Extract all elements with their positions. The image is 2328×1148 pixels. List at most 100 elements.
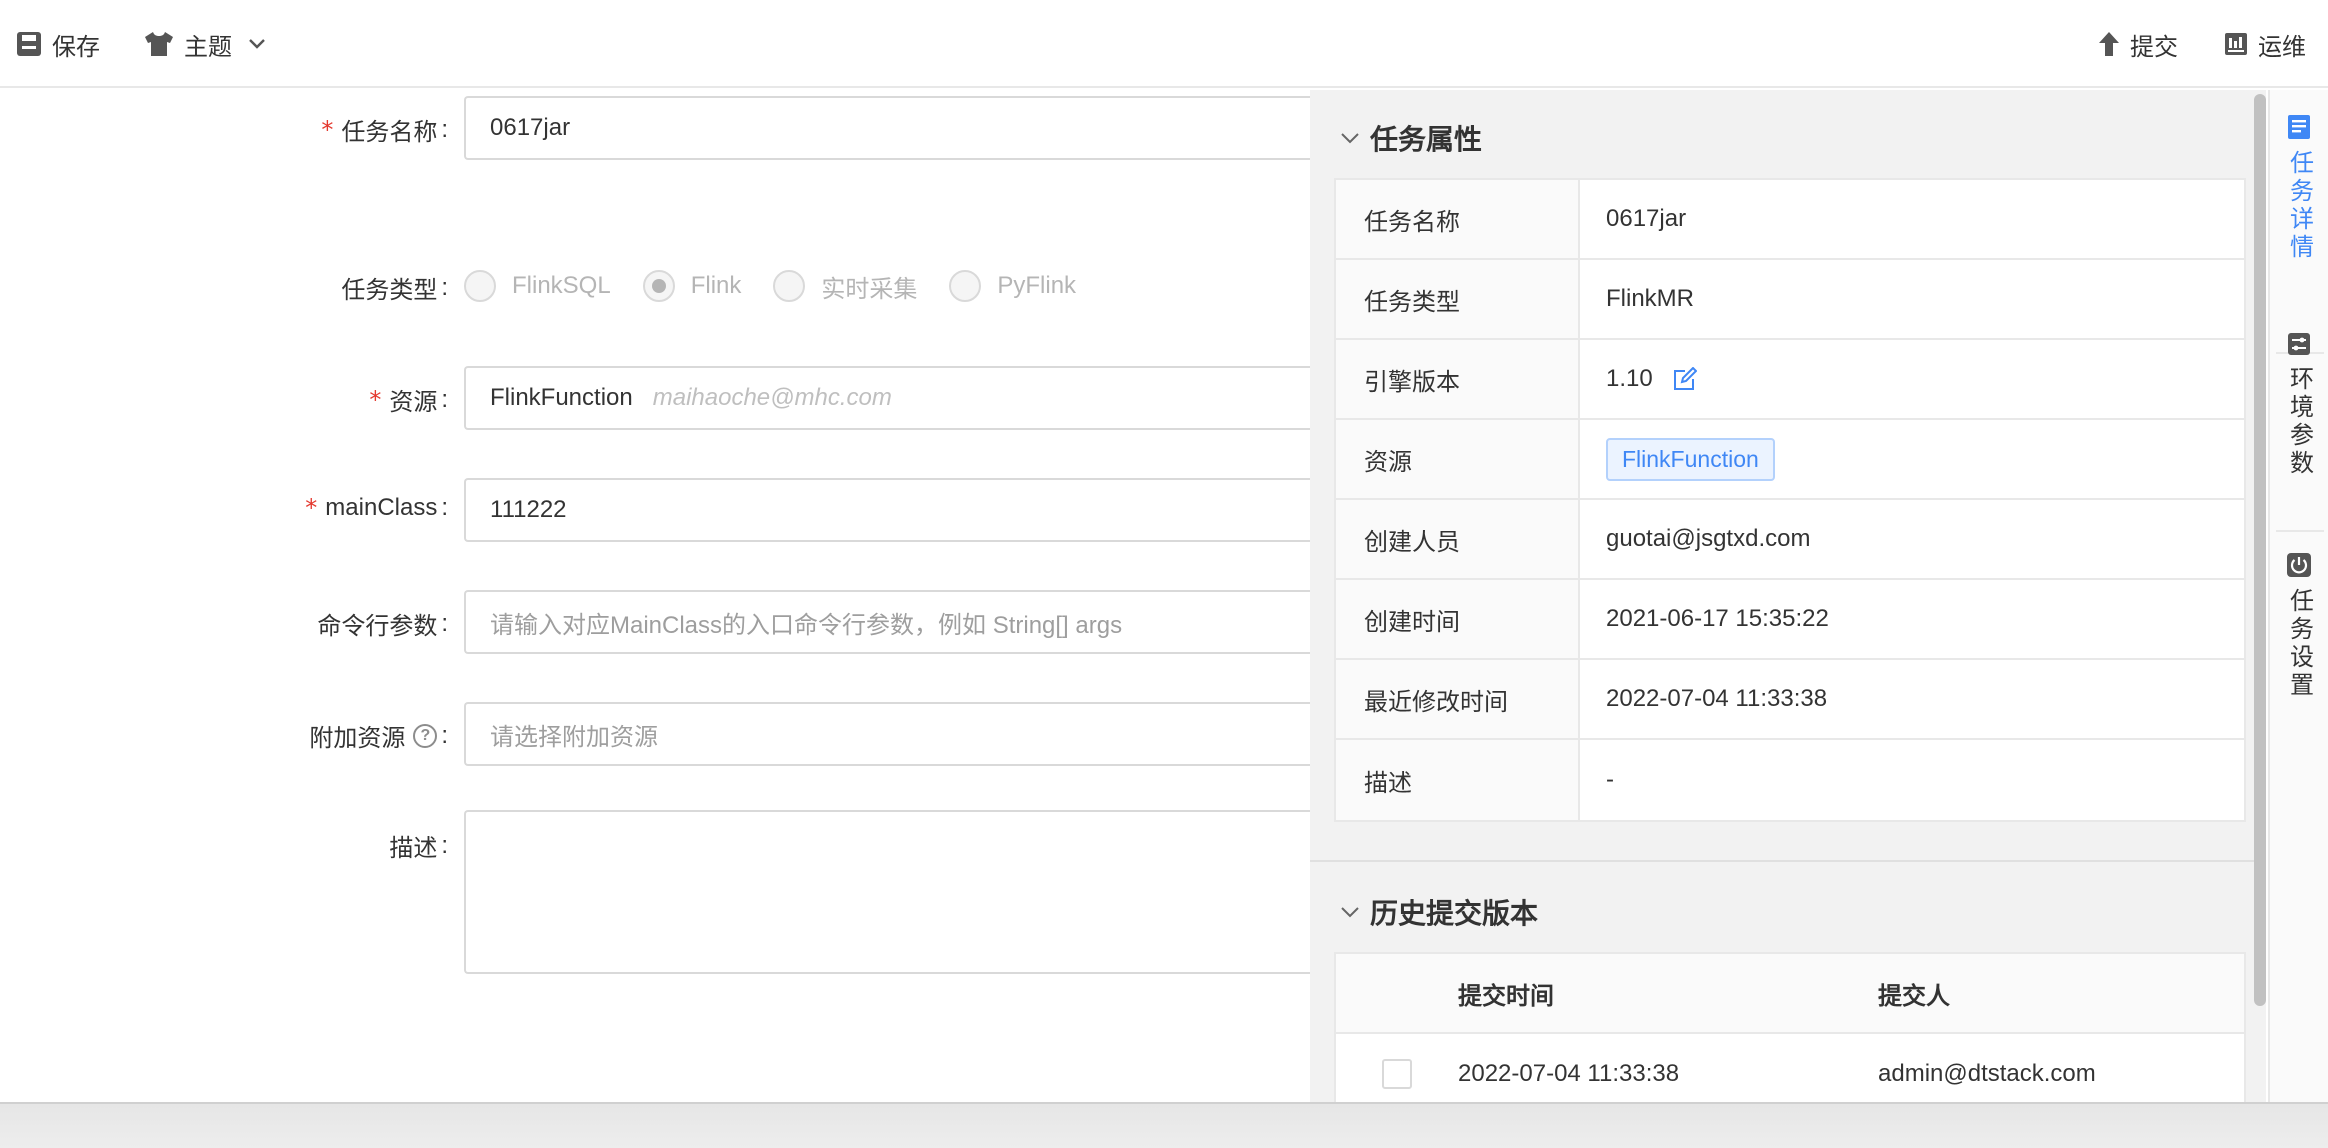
task-name-label: * 任务名称: [321, 115, 448, 147]
chevron-down-icon [249, 39, 265, 49]
extra-resource-row: 附加资源 ? : 请选择附加资源 [0, 702, 1324, 766]
tab-task-settings[interactable]: 任务设置 [2270, 552, 2328, 700]
sliders-icon [2288, 333, 2310, 355]
extra-resource-label: 附加资源 ? : [309, 721, 448, 753]
task-type-row: 任务类型: FlinkSQL Flink 实时采集 PyFlink [0, 266, 1310, 306]
cmd-args-label: 命令行参数: [317, 609, 448, 641]
prop-key: 引擎版本 [1336, 340, 1580, 418]
chevron-down-icon [1341, 907, 1359, 918]
prop-row: 创建时间 2021-06-17 15:35:22 [1336, 580, 2244, 660]
submit-label: 提交 [2130, 33, 2178, 61]
row-checkbox[interactable] [1382, 1059, 1412, 1089]
task-type-radio-group: FlinkSQL Flink 实时采集 PyFlink [464, 266, 1108, 306]
prop-value: 0617jar [1606, 205, 1687, 232]
bottom-bar [0, 1102, 2328, 1148]
task-name-input[interactable]: 0617jar [464, 96, 1324, 160]
prop-key: 描述 [1336, 740, 1580, 820]
radio-circle [773, 270, 806, 302]
history-table-header: 提交时间 提交人 [1336, 954, 2244, 1034]
main-class-row: * mainClass: 111222 [0, 478, 1324, 542]
submit-button[interactable]: 提交 [2098, 24, 2178, 64]
save-button[interactable]: 保存 [16, 24, 100, 64]
panel-scrollbar[interactable] [2254, 94, 2266, 1006]
resource-tag[interactable]: FlinkFunction [1606, 437, 1775, 481]
power-icon [2287, 553, 2311, 577]
description-textarea[interactable] [464, 810, 1324, 974]
radio-flinksql[interactable]: FlinkSQL [464, 270, 611, 302]
prop-row: 创建人员 guotai@jsgtxd.com [1336, 500, 2244, 580]
prop-key: 资源 [1336, 420, 1580, 498]
theme-label: 主题 [184, 33, 232, 61]
prop-row: 描述 - [1336, 740, 2244, 820]
description-row: 描述: [0, 810, 1324, 974]
prop-row: 引擎版本 1.10 [1336, 340, 2244, 420]
edit-icon[interactable] [1673, 367, 1697, 391]
props-table: 任务名称 0617jar 任务类型 FlinkMR 引擎版本 1.10 资源 F… [1334, 178, 2246, 822]
prop-row: 任务名称 0617jar [1336, 180, 2244, 260]
tab-divider [2276, 530, 2324, 532]
description-label: 描述: [389, 831, 448, 863]
radio-circle-checked [642, 270, 675, 302]
task-type-label: 任务类型: [341, 273, 448, 305]
prop-row: 最近修改时间 2022-07-04 11:33:38 [1336, 660, 2244, 740]
cmd-args-row: 命令行参数: 请输入对应MainClass的入口命令行参数，例如 String[… [0, 590, 1324, 654]
section-divider [1310, 860, 2266, 862]
resource-select[interactable]: FlinkFunction maihaoche@mhc.com [464, 366, 1324, 430]
extra-resource-select[interactable]: 请选择附加资源 [464, 702, 1324, 766]
cmd-args-input[interactable]: 请输入对应MainClass的入口命令行参数，例如 String[] args [464, 590, 1324, 654]
column-header-time: 提交时间 [1458, 982, 1554, 1010]
props-section-header[interactable]: 任务属性 [1340, 118, 1482, 158]
resource-label: * 资源: [369, 385, 448, 417]
radio-realtime-collect[interactable]: 实时采集 [773, 269, 917, 304]
required-mark: * [305, 494, 318, 522]
tab-env-params[interactable]: 环境参数 [2270, 332, 2328, 478]
required-mark: * [321, 115, 334, 144]
task-name-row: * 任务名称: 0617jar [0, 96, 1324, 160]
question-icon[interactable]: ? [413, 723, 438, 748]
resource-row: * 资源: FlinkFunction maihaoche@mhc.com [0, 366, 1324, 430]
history-table: 提交时间 提交人 2022-07-04 11:33:38 admin@dtsta… [1334, 952, 2246, 1102]
prop-value: FlinkMR [1606, 285, 1694, 312]
theme-dropdown[interactable]: 主题 [144, 24, 276, 64]
chevron-down-icon [1341, 133, 1359, 144]
tab-task-details[interactable]: 任务详情 [2270, 114, 2328, 262]
prop-value: - [1606, 766, 1614, 793]
prop-key: 最近修改时间 [1336, 660, 1580, 738]
prop-value: 2021-06-17 15:35:22 [1606, 605, 1829, 632]
ops-label: 运维 [2258, 33, 2306, 61]
history-section-header[interactable]: 历史提交版本 [1340, 892, 1538, 932]
cell-time: 2022-07-04 11:33:38 [1458, 1060, 1680, 1087]
main-class-label: * mainClass: [305, 494, 448, 522]
ops-button[interactable]: 运维 [2224, 24, 2306, 64]
save-label: 保存 [52, 33, 100, 61]
prop-key: 创建人员 [1336, 500, 1580, 578]
prop-key: 任务名称 [1336, 180, 1580, 258]
radio-circle [949, 270, 982, 302]
save-icon [17, 32, 41, 56]
upload-arrow-icon [2099, 32, 2119, 56]
prop-value: 2022-07-04 11:33:38 [1606, 685, 1828, 712]
side-tabs: 任务详情 环境参数 任务设置 [2268, 90, 2328, 1102]
prop-key: 任务类型 [1336, 260, 1580, 338]
table-row[interactable]: 2022-07-04 11:33:38 admin@dtstack.com [1336, 1034, 2244, 1102]
ops-chart-icon [2225, 33, 2247, 55]
prop-value: FlinkFunction [1580, 420, 2244, 498]
task-detail-panel: 任务属性 任务名称 0617jar 任务类型 FlinkMR 引擎版本 1.10… [1310, 90, 2266, 1102]
document-icon [2288, 115, 2310, 139]
radio-pyflink[interactable]: PyFlink [949, 270, 1076, 302]
column-header-user: 提交人 [1878, 982, 1950, 1010]
toolbar: 保存 主题 提交 运维 [0, 0, 2328, 88]
cell-user: admin@dtstack.com [1878, 1060, 2096, 1087]
prop-row: 资源 FlinkFunction [1336, 420, 2244, 500]
radio-flink[interactable]: Flink [642, 270, 741, 302]
prop-value: guotai@jsgtxd.com [1606, 525, 1811, 552]
radio-circle [464, 270, 496, 302]
row-checkbox-cell [1336, 1059, 1458, 1089]
prop-row: 任务类型 FlinkMR [1336, 260, 2244, 340]
prop-value: 1.10 [1580, 340, 2244, 418]
prop-key: 创建时间 [1336, 580, 1580, 658]
resource-owner: maihaoche@mhc.com [652, 384, 892, 411]
task-form: * 任务名称: 0617jar 任务类型: FlinkSQL Flink 实时采… [0, 90, 1324, 1100]
main-class-input[interactable]: 111222 [464, 478, 1324, 542]
required-mark: * [369, 385, 382, 414]
